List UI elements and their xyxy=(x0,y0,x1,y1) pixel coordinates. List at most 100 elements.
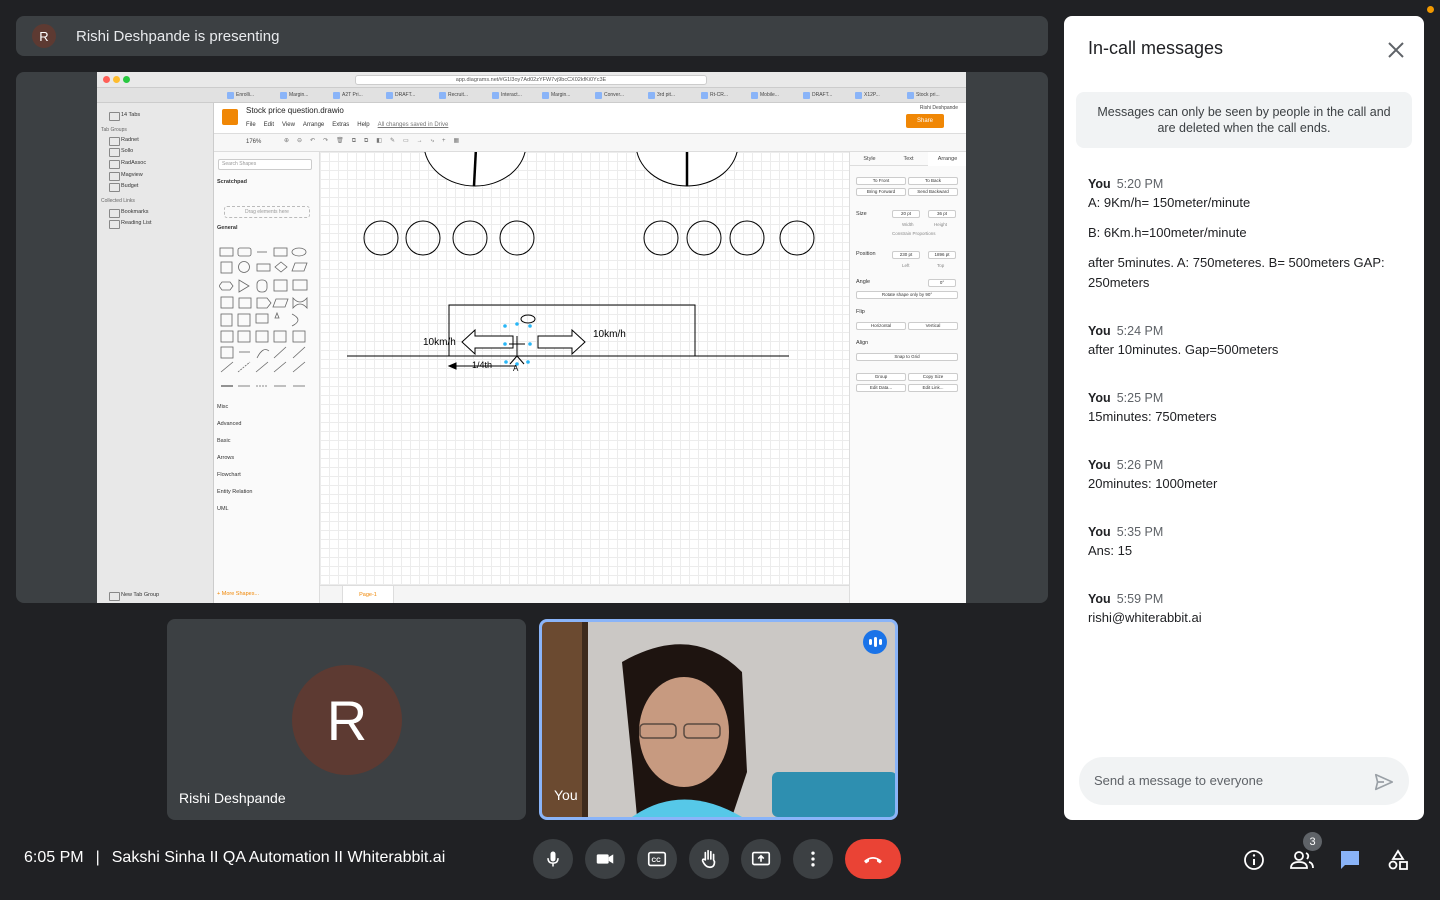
send-backward-button: Send Backward xyxy=(908,188,958,196)
left-caption: Left xyxy=(902,263,910,268)
chat-button[interactable] xyxy=(1334,844,1366,876)
shape-search: Search Shapes xyxy=(218,159,312,170)
browser-tab: A2T Pri... xyxy=(333,91,363,100)
library-misc: Misc xyxy=(217,404,229,410)
browser-tab: Interact... xyxy=(492,91,522,100)
tab-group-item: Radnet xyxy=(109,137,139,146)
activities-button[interactable] xyxy=(1382,844,1414,876)
tab-arrange: Arrange xyxy=(928,152,966,166)
drawio-page-bar: Page-1 xyxy=(320,585,849,603)
separator: | xyxy=(95,849,100,866)
snap-to-grid-button: Snap to Grid xyxy=(856,353,958,361)
shared-screen-tile[interactable]: app.diagrams.net/#G1l3oy7Ad02zYFW7vj9bcC… xyxy=(16,72,1048,603)
phone-hangup-icon xyxy=(864,857,882,864)
message-header: You 5:24 PM xyxy=(1088,324,1163,338)
browser-titlebar: app.diagrams.net/#G1l3oy7Ad02zYFW7vj9bcC… xyxy=(97,72,966,88)
collected-links-heading: Collected Links xyxy=(101,198,135,204)
message-time: 5:26 PM xyxy=(1116,458,1164,472)
browser-tab: Margin... xyxy=(542,91,570,100)
browser-tab: Conver... xyxy=(595,91,624,100)
message-time: 5:59 PM xyxy=(1116,592,1164,606)
to-front-button: To Front xyxy=(856,177,906,185)
edit-link-button: Edit Link... xyxy=(908,384,958,392)
size-label: Size xyxy=(856,211,867,217)
flip-horizontal-button: Horizontal xyxy=(856,322,906,330)
end-call-button[interactable] xyxy=(845,839,901,879)
right-speed-label: 10km/h xyxy=(593,329,626,340)
message-sender: You xyxy=(1088,177,1111,191)
present-screen-icon xyxy=(751,851,771,866)
close-dot-icon xyxy=(103,76,110,83)
participant-tile-you[interactable]: You xyxy=(539,619,898,820)
message-text: 20minutes: 1000meter xyxy=(1088,476,1218,491)
flip-vertical-button: Vertical xyxy=(908,322,958,330)
library-advanced: Advanced xyxy=(217,421,242,427)
browser-tab: 3rd pit... xyxy=(648,91,675,100)
browser-tab: Margin... xyxy=(280,91,308,100)
participant-avatar: R xyxy=(292,665,402,775)
height-caption: Height xyxy=(934,222,948,227)
participant-name: You xyxy=(554,787,578,803)
microphone-button[interactable] xyxy=(533,839,573,879)
minimize-dot-icon xyxy=(113,76,120,83)
toolbar-icons: ⊕⊖↶↷🗑⧉⧉◧✎▭→⤷+▦ xyxy=(284,138,468,144)
meeting-details-button[interactable] xyxy=(1238,844,1270,876)
meeting-name: Sakshi Sinha II QA Automation II Whitera… xyxy=(111,849,446,866)
microphone-icon xyxy=(547,851,559,867)
chat-input-placeholder: Send a message to everyone xyxy=(1094,773,1264,788)
message-sender: You xyxy=(1088,525,1111,539)
browser-tab-strip: Enrolli... Margin... A2T Pri... DRAFT...… xyxy=(97,88,966,103)
camera-button[interactable] xyxy=(585,839,625,879)
drawio-shape-panel: Search Shapes Scratchpad Drag elements h… xyxy=(214,152,320,603)
browser-tab: Recruit... xyxy=(439,91,468,100)
send-icon[interactable] xyxy=(1373,771,1395,793)
tab-groups-heading: Tab Groups xyxy=(101,127,127,133)
message-sender: You xyxy=(1088,458,1111,472)
chat-message-input[interactable]: Send a message to everyone xyxy=(1079,757,1409,805)
drawio-menu: File Edit View Arrange Extras Help All changes… xyxy=(246,122,456,128)
more-options-button[interactable] xyxy=(793,839,833,879)
browser-tab: Mobile... xyxy=(751,91,779,100)
present-screen-button[interactable] xyxy=(741,839,781,879)
more-vert-icon xyxy=(811,851,815,867)
bring-forward-button: Bring Forward xyxy=(856,188,906,196)
message-text: Ans: 15 xyxy=(1088,543,1133,558)
reading-list-link: Reading List xyxy=(109,220,152,229)
message-header: You 5:20 PM xyxy=(1088,177,1163,191)
message-time: 5:35 PM xyxy=(1116,525,1164,539)
general-shapes-icon xyxy=(219,247,308,387)
page-tab: Page-1 xyxy=(342,586,394,603)
message-text: after 10minutes. Gap=500meters xyxy=(1088,342,1279,357)
menu-view: View xyxy=(282,122,295,128)
angle-field: 0° xyxy=(928,279,956,287)
participant-name: Rishi Deshpande xyxy=(179,790,286,806)
tab-text: Text xyxy=(889,152,928,166)
message-text: B: 6Km.h=100meter/minute xyxy=(1088,225,1247,240)
flip-label: Flip xyxy=(856,309,865,315)
message-text: after 5minutes. A: 750meteres. B= 500met… xyxy=(1088,255,1385,290)
activities-icon xyxy=(1388,849,1408,870)
top-caption: Top xyxy=(937,263,945,268)
participant-tile-rishi[interactable]: R Rishi Deshpande xyxy=(167,619,526,820)
notification-dot xyxy=(1427,6,1434,13)
library-flowchart: Flowchart xyxy=(217,472,241,478)
raise-hand-button[interactable] xyxy=(689,839,729,879)
align-label: Align xyxy=(856,340,869,346)
message-time: 5:24 PM xyxy=(1116,324,1164,338)
presenter-text: Rishi Deshpande is presenting xyxy=(76,27,280,45)
close-icon[interactable] xyxy=(1384,38,1408,62)
presenter-avatar: R xyxy=(32,24,56,48)
drawio-toolbar: 176% ⊕⊖↶↷🗑⧉⧉◧✎▭→⤷+▦ xyxy=(214,134,966,152)
drawio-header: Stock price question.drawio File Edit View… xyxy=(214,103,966,134)
captions-button[interactable]: CC xyxy=(637,839,677,879)
library-entity-relation: Entity Relation xyxy=(217,489,253,495)
angle-label: Angle xyxy=(856,279,871,285)
browser-sidebar: 14 Tabs Tab Groups Radnet Sollo RadAssoc… xyxy=(97,103,214,603)
captions-icon: CC xyxy=(647,851,667,867)
message-sender: You xyxy=(1088,592,1111,606)
presenter-banner: R Rishi Deshpande is presenting xyxy=(16,16,1048,56)
edit-data-button: Edit Data... xyxy=(856,384,906,392)
library-basic: Basic xyxy=(217,438,231,444)
group-button: Group xyxy=(856,373,906,381)
browser-tab: DRAFT... xyxy=(386,91,415,100)
